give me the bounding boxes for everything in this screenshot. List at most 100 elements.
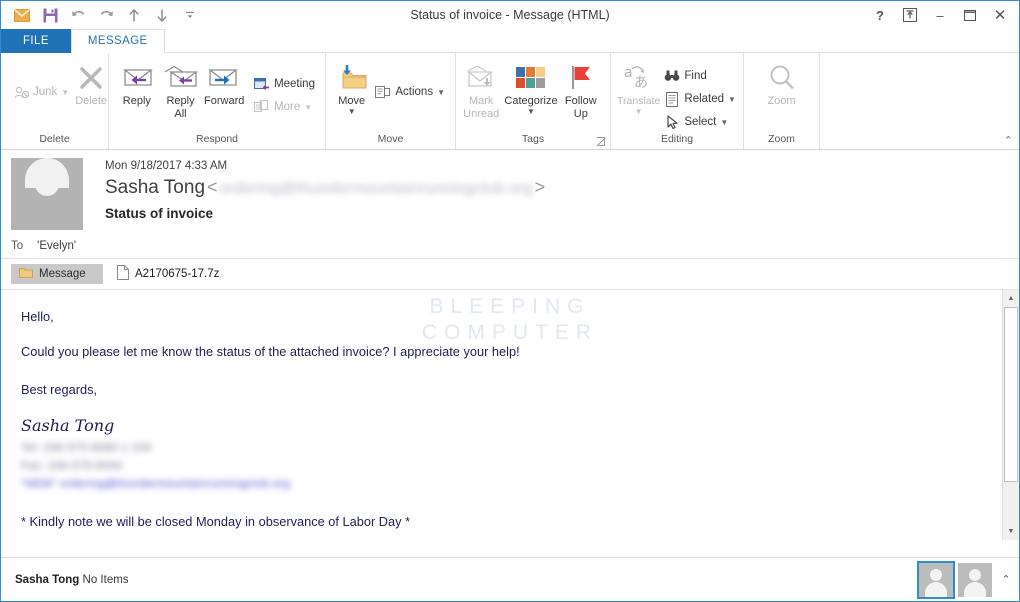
next-item-icon[interactable] xyxy=(149,4,175,26)
previous-item-icon[interactable] xyxy=(121,4,147,26)
ribbon-group-respond-label: Respond xyxy=(195,133,239,145)
tab-message[interactable]: MESSAGE xyxy=(70,29,165,53)
message-tab-button[interactable]: Message xyxy=(11,264,103,284)
translate-button[interactable]: aあ Translate ▼ xyxy=(617,60,660,116)
scroll-down-button[interactable]: ▼ xyxy=(1003,523,1019,540)
status-people-info: Sasha Tong No Items xyxy=(15,574,129,586)
delete-x-icon xyxy=(76,62,106,94)
chevron-down-icon: ▼ xyxy=(728,94,736,104)
attachment-item[interactable]: A2170675-17.7z xyxy=(109,264,227,284)
people-pane-expand-button[interactable]: ⌃ xyxy=(997,573,1015,586)
signature-line-email[interactable]: "NEW" ordering@thundermountainrunningclu… xyxy=(21,475,982,493)
more-icon xyxy=(254,99,270,115)
scrollbar-track[interactable] xyxy=(1003,307,1019,523)
header-divider xyxy=(1,258,1019,259)
sender-name[interactable]: Sasha Tong xyxy=(105,177,205,199)
signature-name: Sasha Tong xyxy=(21,415,115,435)
tab-file[interactable]: FILE xyxy=(1,29,71,53)
chevron-down-icon: ▼ xyxy=(304,102,313,112)
delete-button[interactable]: Delete xyxy=(75,60,107,108)
zoom-button[interactable]: Zoom xyxy=(753,60,811,108)
title-bar: Status of invoice - Message (HTML) ? – ✕ xyxy=(1,1,1019,29)
junk-button[interactable]: Junk ▼ xyxy=(9,82,73,102)
find-button[interactable]: Find xyxy=(660,66,740,86)
actions-label: Actions xyxy=(395,86,434,98)
body-footer-note: * Kindly note we will be closed Monday i… xyxy=(21,513,411,529)
reply-all-button[interactable]: Reply All xyxy=(159,60,203,121)
angle-open: < xyxy=(207,177,218,197)
ribbon-group-move-label: Move xyxy=(377,133,404,145)
select-cursor-icon xyxy=(664,114,680,130)
body-greeting: Hello, xyxy=(21,309,54,324)
status-items: No Items xyxy=(82,573,129,586)
file-icon xyxy=(117,265,129,283)
to-label: To xyxy=(11,240,24,252)
close-button[interactable]: ✕ xyxy=(985,3,1015,27)
move-button[interactable]: Move ▼ xyxy=(332,60,371,116)
tags-dialog-launcher[interactable] xyxy=(595,137,606,148)
move-folder-icon xyxy=(335,62,369,94)
ribbon-group-editing: aあ Translate ▼ Find Related ▼ Select ▼ E… xyxy=(611,53,744,149)
scroll-up-button[interactable]: ▲ xyxy=(1003,290,1019,307)
more-label: More xyxy=(274,101,301,113)
chevron-down-icon: ▼ xyxy=(634,107,643,116)
save-icon[interactable] xyxy=(37,4,63,26)
help-button[interactable]: ? xyxy=(865,3,895,27)
ribbon-tabs: FILE MESSAGE xyxy=(1,29,1019,53)
vertical-scrollbar[interactable]: ▲ ▼ xyxy=(1002,290,1019,540)
undo-icon[interactable] xyxy=(65,4,91,26)
maximize-icon xyxy=(964,9,976,21)
categorize-button[interactable]: Categorize ▼ xyxy=(504,60,558,116)
more-button[interactable]: More ▼ xyxy=(250,97,319,117)
scrollbar-thumb[interactable] xyxy=(1004,307,1018,482)
to-value[interactable]: 'Evelyn' xyxy=(37,240,76,252)
people-pane-avatar[interactable] xyxy=(958,562,992,597)
customize-qat-icon[interactable] xyxy=(177,4,203,26)
zoom-label: Zoom xyxy=(767,95,796,107)
ribbon-display-icon xyxy=(903,8,917,22)
message-body[interactable]: Hello, Could you please let me know the … xyxy=(1,290,1002,540)
maximize-button[interactable] xyxy=(955,3,985,27)
message-date: Mon 9/18/2017 4:33 AM xyxy=(105,160,228,172)
collapse-ribbon-button[interactable]: ⌃ xyxy=(1004,134,1013,147)
actions-button[interactable]: Actions ▼ xyxy=(371,82,449,102)
mark-unread-label: Mark Unread xyxy=(463,95,500,120)
junk-icon xyxy=(13,84,29,100)
ribbon-group-delete-label: Delete xyxy=(39,133,70,145)
people-pane-avatar-selected[interactable] xyxy=(917,560,955,599)
related-icon xyxy=(664,91,680,107)
sender-email[interactable]: ordering@thundermountainrunningclub.org xyxy=(220,180,533,198)
meeting-label: Meeting xyxy=(274,78,315,90)
reply-button[interactable]: Reply xyxy=(115,60,159,108)
folder-icon xyxy=(19,267,33,281)
chevron-down-icon: ▼ xyxy=(61,87,70,97)
svg-text:a: a xyxy=(624,65,633,81)
ribbon-display-options-button[interactable] xyxy=(895,3,925,27)
mark-unread-button[interactable]: Mark Unread xyxy=(458,60,504,121)
forward-button[interactable]: Forward xyxy=(202,60,246,108)
body-paragraph: Could you please let me know the status … xyxy=(21,344,520,360)
ribbon-group-delete: Junk ▼ Delete Delete xyxy=(1,53,109,149)
ribbon-group-zoom: Zoom Zoom xyxy=(744,53,820,149)
actions-icon xyxy=(375,84,391,100)
meeting-button[interactable]: Meeting xyxy=(250,74,319,94)
message-icon[interactable] xyxy=(9,4,35,26)
follow-up-button[interactable]: Follow Up xyxy=(558,60,604,121)
status-bar: Sasha Tong No Items ⌃ xyxy=(1,557,1019,601)
reply-all-label: Reply All xyxy=(166,95,195,120)
select-button[interactable]: Select ▼ xyxy=(660,112,740,132)
ribbon-group-zoom-label: Zoom xyxy=(768,133,795,145)
related-label: Related xyxy=(684,93,725,105)
related-button[interactable]: Related ▼ xyxy=(660,89,740,109)
body-closing: Best regards, xyxy=(21,381,98,397)
minimize-button[interactable]: – xyxy=(925,3,955,27)
find-label: Find xyxy=(684,70,707,82)
follow-up-label: Follow Up xyxy=(564,95,597,120)
message-subject: Status of invoice xyxy=(105,206,214,221)
people-pane: ⌃ xyxy=(917,560,1015,599)
redo-icon[interactable] xyxy=(93,4,119,26)
sender-line: Sasha Tong < ordering@thundermountainrun… xyxy=(105,177,547,199)
message-tab-label: Message xyxy=(39,268,86,280)
reply-icon xyxy=(120,62,154,94)
select-label: Select xyxy=(684,116,717,128)
